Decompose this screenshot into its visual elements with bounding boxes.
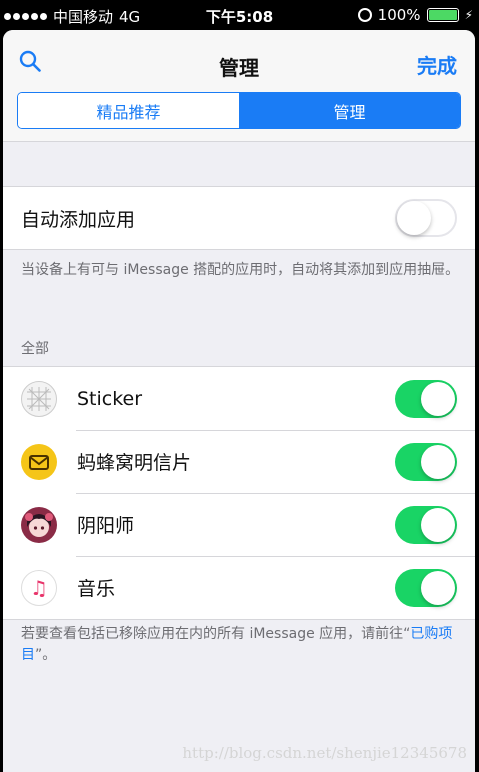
mafengwo-postcard-icon [21,443,57,480]
battery-percent: 100% [377,6,421,24]
auto-add-label: 自动添加应用 [21,208,136,231]
tab-featured[interactable]: 精品推荐 [18,93,239,128]
footer-text: 若要查看包括已移除应用在内的所有 iMessage 应用，请前往“ [21,626,411,642]
list-item-mafengwo: 蚂蜂窝明信片 [3,430,475,493]
done-button[interactable]: 完成 [417,50,457,79]
segmented-control: 精品推荐 管理 [17,92,461,129]
onmyoji-icon [21,506,57,543]
auto-add-toggle[interactable] [395,199,457,237]
sheet-header: 管理 完成 精品推荐 管理 [3,30,475,142]
toggle-knob [421,444,455,479]
charging-icon: ⚡ [464,8,473,22]
app-name: 蚂蜂窝明信片 [77,452,192,474]
manage-sheet: 管理 完成 精品推荐 管理 自动添加应用 当设备上有可与 iMessage 搭配… [3,30,475,772]
toggle-knob [397,201,431,235]
status-right: 100% ⚡ [357,6,473,24]
onmyoji-toggle[interactable] [395,505,457,544]
list-item-music: ♫ 音乐 [3,556,475,619]
toggle-knob [421,507,455,542]
app-list: Sticker 蚂蜂窝明信片 阴阳师 ♫ 音乐 [3,366,475,620]
app-name: 阴阳师 [77,515,135,537]
music-icon: ♫ [21,569,57,606]
sticker-icon [21,380,57,417]
page-title: 管理 [219,56,259,80]
toggle-knob [421,570,455,605]
tab-manage[interactable]: 管理 [239,93,460,128]
footer-text-end: ”。 [35,647,57,663]
watermark: http://blog.csdn.net/shenjie12345678 [182,744,467,762]
list-item-onmyoji: 阴阳师 [3,493,475,556]
sticker-toggle[interactable] [395,379,457,418]
battery-icon [426,8,459,22]
music-toggle[interactable] [395,568,457,607]
footer-note: 若要查看包括已移除应用在内的所有 iMessage 应用，请前往“已购项目”。 [21,624,461,666]
status-bar: 中国移动 4G 下午5:08 100% ⚡ [0,0,479,30]
auto-add-row: 自动添加应用 [3,186,475,250]
auto-add-note: 当设备上有可与 iMessage 搭配的应用时，自动将其添加到应用抽屉。 [21,262,460,278]
toggle-knob [421,381,455,416]
mafengwo-toggle[interactable] [395,442,457,481]
rotation-lock-icon [357,8,372,22]
app-name: Sticker [77,387,143,410]
list-item-sticker: Sticker [3,367,475,430]
app-name: 音乐 [77,578,116,600]
section-header-all: 全部 [21,341,49,357]
